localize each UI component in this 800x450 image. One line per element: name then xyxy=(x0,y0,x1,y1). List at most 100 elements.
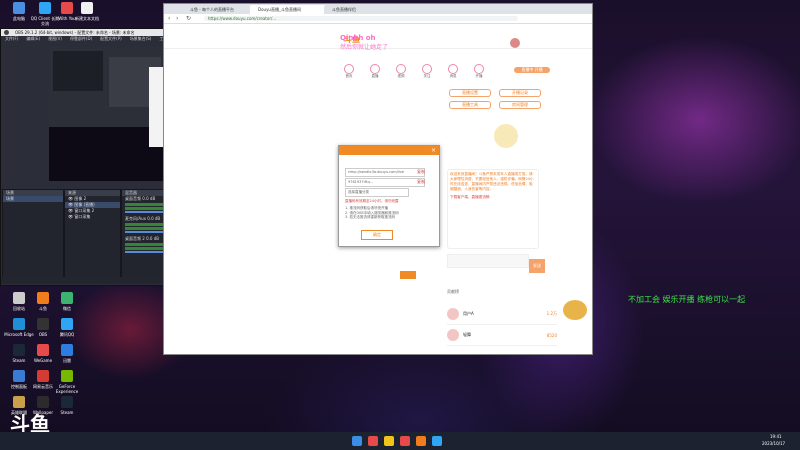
desktop-icon-label: 迅雷 xyxy=(63,358,71,363)
nav-item[interactable]: 视频 xyxy=(391,64,411,79)
nav-item[interactable]: 关注 xyxy=(417,64,437,79)
side-button[interactable]: 直播设置 xyxy=(449,89,491,97)
obs-title: OBS 29.1.2 (64-bit, windows) - 配置文件: 未命名… xyxy=(15,30,135,35)
desktop-app-icon xyxy=(37,292,49,304)
category-select[interactable]: 选择直播分类 xyxy=(345,188,409,197)
stream-key-dialog[interactable]: × rtmp://sendtc3a.douyu.com/live 复制 9761… xyxy=(338,145,440,247)
desktop-icon-label: Steam xyxy=(60,410,74,415)
desktop-app-icon xyxy=(61,344,73,356)
nav-icon xyxy=(370,64,380,74)
taskbar-app-icon[interactable] xyxy=(400,436,410,446)
dialog-tips: 1. 推流码获取后请尽快开播 2. 请在OBS中填入服务器和推流码 3. 若无法… xyxy=(345,206,399,219)
nav-label: 首页 xyxy=(345,74,353,78)
side-button[interactable]: 开播记录 xyxy=(499,89,541,97)
copy-key-button[interactable]: 复制 xyxy=(417,179,425,185)
desktop-icon[interactable]: Steam xyxy=(52,396,82,415)
list-item[interactable]: 轻舞 8520 xyxy=(447,325,557,346)
desktop-app-icon xyxy=(37,344,49,356)
side-buttons: 直播设置 开播记录 直播工具 房间管理 xyxy=(449,89,559,119)
obs-menu-item[interactable]: 停靠部件(D) xyxy=(70,36,92,42)
dialog-ok-button[interactable]: 确定 xyxy=(361,230,393,240)
stream-key-field[interactable]: 9761937rRq... xyxy=(345,178,425,187)
notice-card: 欢迎来到直播间！斗鱼严禁未成年人直播或打赏。请大家理性消费，不要轻信他人，谨防诈… xyxy=(447,169,539,249)
refresh-icon[interactable]: ↻ xyxy=(186,15,191,22)
desktop-app-icon xyxy=(61,318,73,330)
ranking-title: 贡献榜 xyxy=(447,289,459,294)
nav-label: 视频 xyxy=(397,74,405,78)
nav-icon xyxy=(396,64,406,74)
nav-icon xyxy=(422,64,432,74)
dialog-warning: 直播码有效期至24小时，请勿泄露 xyxy=(345,199,399,203)
dialog-header: × xyxy=(339,146,439,155)
desktop-icon-label: GeForce Experience xyxy=(55,384,79,394)
desktop-icon[interactable]: 新建文本文档 xyxy=(72,2,102,21)
desktop-icon[interactable]: 迅雷 xyxy=(52,344,82,363)
ranking-list: 用户A 1.2万轻舞 8520 xyxy=(447,304,557,346)
mascot-image xyxy=(494,124,518,148)
orange-widget[interactable] xyxy=(400,271,416,279)
folder-icon[interactable] xyxy=(384,436,394,446)
avatar xyxy=(447,308,459,320)
obs-menu-item[interactable]: 视图(V) xyxy=(48,36,62,42)
nav-icons: 首页 直播 视频 关注 消息 开播 xyxy=(339,64,539,80)
scene-item[interactable]: 场景 xyxy=(3,196,63,202)
desktop-app-icon xyxy=(13,318,25,330)
notice-highlight[interactable]: 下载客户端，直播更流畅 xyxy=(450,195,536,200)
forward-icon[interactable]: › xyxy=(176,15,178,22)
copy-rtmp-button[interactable]: 复制 xyxy=(417,169,425,175)
taskbar-app-icon[interactable] xyxy=(432,436,442,446)
address-bar-row: ‹ › ↻ https://www.douyu.com/creator/... xyxy=(164,14,592,24)
desktop-app-icon xyxy=(37,370,49,382)
desktop-app-icon xyxy=(61,396,73,408)
close-icon[interactable]: × xyxy=(431,147,436,154)
overlay-subtitle: 然后你就让她走了 xyxy=(340,44,389,51)
sources-dock[interactable]: 来源 👁 图像 2 👁 图像 (直播) 👁 窗口采集 2 👁 窗口采集 xyxy=(64,189,121,279)
obs-menu-item[interactable]: 配置文件(P) xyxy=(100,36,122,42)
desktop-icon-label: 腾讯QQ xyxy=(59,332,75,337)
list-item-name: 轻舞 xyxy=(463,332,471,337)
desktop-app-icon xyxy=(61,370,73,382)
desktop-app-icon xyxy=(13,2,25,14)
desktop-icon[interactable]: 腾讯QQ xyxy=(52,318,82,337)
nav-label: 开播 xyxy=(475,74,483,78)
taskbar-app-icon[interactable] xyxy=(368,436,378,446)
chat-input[interactable] xyxy=(447,254,529,268)
avatar xyxy=(447,329,459,341)
send-button[interactable]: 发送 xyxy=(529,259,545,273)
browser-tab[interactable]: 斗鱼直播伴侣 xyxy=(324,5,392,14)
rtmp-field[interactable]: rtmp://sendtc3a.douyu.com/live xyxy=(345,168,425,177)
obs-menu-item[interactable]: 文件(F) xyxy=(5,36,18,42)
status-chip[interactable]: 直播中 开播 xyxy=(514,67,550,73)
scenes-dock[interactable]: 场景 场景 xyxy=(2,189,64,279)
url-field[interactable]: https://www.douyu.com/creator/... xyxy=(204,16,518,21)
desktop-app-icon xyxy=(13,292,25,304)
tray-time: 19:41 xyxy=(770,434,782,439)
browser-tabbar: 斗鱼 - 每个人的直播平台 Douyu直播_斗鱼直播间 斗鱼直播伴侣 xyxy=(164,4,592,14)
back-icon[interactable]: ‹ xyxy=(168,15,170,22)
desktop-icon[interactable]: 微信 xyxy=(52,292,82,311)
desktop-app-icon xyxy=(81,2,93,14)
side-button[interactable]: 直播工具 xyxy=(449,101,491,109)
nav-item[interactable]: 直播 xyxy=(365,64,385,79)
side-button[interactable]: 房间管理 xyxy=(499,101,541,109)
overlay-right-text: 不加工会 娱乐开播 练枪可以一起 xyxy=(628,295,746,304)
list-item-name: 用户A xyxy=(463,311,474,316)
obs-menu-item[interactable]: 场景集合(S) xyxy=(130,36,152,42)
list-item[interactable]: 用户A 1.2万 xyxy=(447,304,557,325)
nav-icon xyxy=(448,64,458,74)
nav-item[interactable]: 开播 xyxy=(469,64,489,79)
douyu-taskbar-icon[interactable] xyxy=(416,436,426,446)
nav-item[interactable]: 首页 xyxy=(339,64,359,79)
avatar[interactable] xyxy=(510,38,520,48)
nav-icon xyxy=(474,64,484,74)
list-item-value: 8520 xyxy=(546,332,557,338)
overlay-top: Qinhh oh 然后你就让她走了 xyxy=(340,34,430,51)
nav-item[interactable]: 消息 xyxy=(443,64,463,79)
taskbar: 19:41 2023/10/17 xyxy=(0,432,800,450)
start-icon[interactable] xyxy=(352,436,362,446)
browser-tab[interactable]: Douyu直播_斗鱼直播间 xyxy=(250,5,328,14)
source-item[interactable]: 👁 窗口采集 xyxy=(65,214,120,220)
obs-menu-item[interactable]: 编辑(E) xyxy=(26,36,40,42)
desktop-icon[interactable]: GeForce Experience xyxy=(52,370,82,394)
browser-tab[interactable]: 斗鱼 - 每个人的直播平台 xyxy=(182,5,254,14)
